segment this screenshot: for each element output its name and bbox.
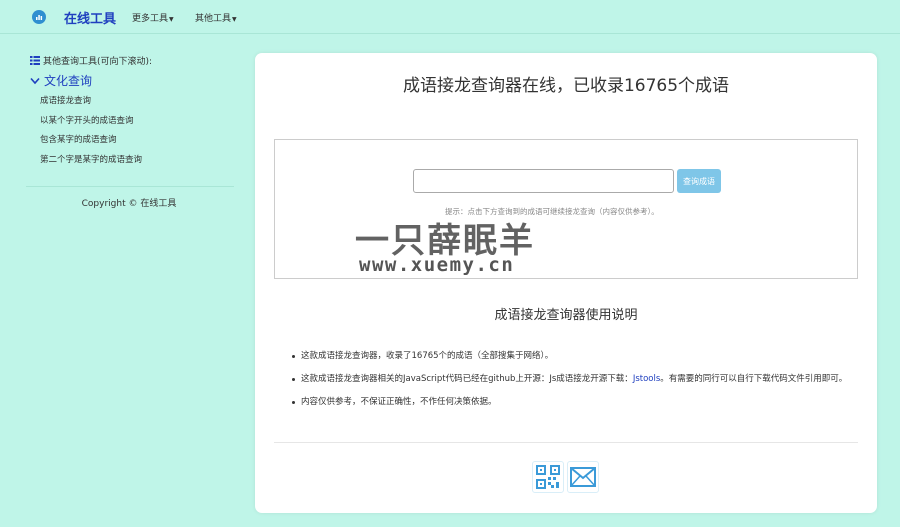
sidebar-link-second-char[interactable]: 第二个字是某字的成语查询 bbox=[40, 153, 142, 165]
sidebar-link-idiom-chain[interactable]: 成语接龙查询 bbox=[40, 94, 91, 106]
note-text: 这款成语接龙查询器，收录了16765个的成语（全部搜集于网络）。 bbox=[301, 351, 554, 361]
watermark-url: www.xuemy.cn bbox=[359, 254, 515, 276]
caret-down-icon: ▼ bbox=[232, 16, 237, 23]
sidebar-section-culture[interactable]: 文化查询 bbox=[30, 72, 92, 89]
brand-link[interactable]: 在线工具 bbox=[64, 8, 116, 27]
sidebar-header-label: 其他查询工具(可向下滚动): bbox=[43, 57, 153, 67]
note-text: 。有需要的同行可以自行下载代码文件引用即可。 bbox=[660, 374, 848, 384]
sidebar-link-contains[interactable]: 包含某字的成语查询 bbox=[40, 133, 117, 145]
nav-more-tools-label: 更多工具 bbox=[132, 14, 169, 24]
nav-more-tools[interactable]: 更多工具▼ bbox=[132, 11, 174, 24]
copyright: Copyright © 在线工具 bbox=[81, 199, 177, 209]
note-text: 这款成语接龙查询器相关的JavaScript代码已经在github上开源：Js成… bbox=[301, 374, 633, 384]
jstools-link[interactable]: Jstools bbox=[633, 374, 660, 384]
note-text: 内容仅供参考，不保证正确性，不作任何决策依据。 bbox=[301, 397, 497, 407]
qrcode-icon bbox=[536, 465, 560, 489]
search-input[interactable] bbox=[413, 169, 674, 193]
chevron-down-icon bbox=[30, 77, 40, 84]
list-item: 这款成语接龙查询器，收录了16765个的成语（全部搜集于网络）。 bbox=[292, 350, 861, 362]
list-item: 这款成语接龙查询器相关的JavaScript代码已经在github上开源：Js成… bbox=[292, 373, 861, 385]
qrcode-share-button[interactable] bbox=[532, 461, 564, 493]
navbar: 在线工具 更多工具▼ 其他工具▼ bbox=[0, 0, 900, 34]
sidebar-link-starts-with[interactable]: 以某个字开头的成语查询 bbox=[40, 114, 134, 126]
main-card: 成语接龙查询器在线，已收录16765个成语 查询成语 提示：点击下方查询到的成语… bbox=[255, 53, 877, 513]
sidebar-divider bbox=[26, 186, 234, 187]
list-icon bbox=[30, 56, 40, 65]
card-divider bbox=[274, 442, 858, 443]
usage-title: 成语接龙查询器使用说明 bbox=[494, 308, 638, 323]
usage-notes: 这款成语接龙查询器，收录了16765个的成语（全部搜集于网络）。 这款成语接龙查… bbox=[292, 350, 861, 419]
mail-share-button[interactable] bbox=[567, 461, 599, 493]
nav-other-tools[interactable]: 其他工具▼ bbox=[195, 11, 237, 24]
mail-icon bbox=[570, 467, 596, 487]
nav-other-tools-label: 其他工具 bbox=[195, 14, 232, 24]
page-title: 成语接龙查询器在线，已收录16765个成语 bbox=[402, 76, 730, 96]
sidebar-section-label: 文化查询 bbox=[44, 74, 93, 88]
caret-down-icon: ▼ bbox=[169, 16, 174, 23]
sidebar-header: 其他查询工具(可向下滚动): bbox=[30, 54, 152, 67]
list-item: 内容仅供参考，不保证正确性，不作任何决策依据。 bbox=[292, 396, 861, 408]
search-button[interactable]: 查询成语 bbox=[677, 169, 721, 193]
logo-icon[interactable] bbox=[32, 10, 46, 24]
